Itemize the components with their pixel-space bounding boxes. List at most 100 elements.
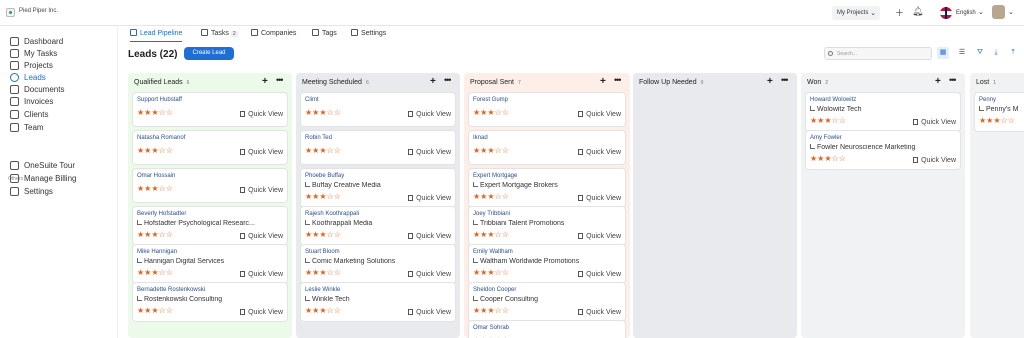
projects-dropdown[interactable]: My Projects ⌄	[832, 6, 880, 20]
lead-card[interactable]: Joey Tribbiani Tribbiani Talent Promotion…	[469, 207, 625, 245]
lead-card[interactable]: Stuart Bloom Comic Marketing Solutions ★★★…	[301, 245, 455, 283]
lead-name[interactable]: Rajesh Koothrappali	[305, 211, 359, 217]
lead-name[interactable]: Mike Hannigan	[137, 249, 177, 255]
lead-name[interactable]: Penny	[979, 97, 996, 103]
sidebar-item-manage-billing[interactable]: Manage Billing	[10, 173, 76, 184]
quick-view-button[interactable]: Quick View	[408, 195, 451, 202]
add-lead-icon[interactable]: +	[430, 76, 436, 87]
lead-card[interactable]: Mike Hannigan Hannigan Digital Services ★★…	[133, 245, 287, 283]
sidebar-item-invoices[interactable]: Invoices	[10, 96, 53, 107]
quick-view-button[interactable]: Quick View	[578, 111, 621, 118]
sidebar-item-team[interactable]: Team	[10, 122, 44, 133]
lead-name[interactable]: Howard Wolowitz	[810, 97, 856, 103]
tab-settings[interactable]: Settings	[351, 29, 386, 42]
rating-stars[interactable]: ★★★☆☆	[473, 230, 509, 239]
lead-card[interactable]: Robin Ted ★★★☆☆ Quick View	[301, 131, 455, 164]
lead-card[interactable]: Iknad ★★★☆☆ Quick View	[469, 131, 625, 164]
chevron-down-icon[interactable]: ⌄	[1008, 8, 1014, 16]
rating-stars[interactable]: ★★★☆☆	[810, 116, 846, 125]
language-selector[interactable]: English ⌄	[938, 5, 987, 21]
lead-name[interactable]: Bernadette Rostenkowski	[137, 287, 205, 293]
lead-card[interactable]: Phoebe Buffay Buffay Creative Media ★★★☆☆ Q…	[301, 169, 455, 207]
quick-view-button[interactable]: Quick View	[240, 187, 283, 194]
lead-card[interactable]: Expert Mortgage Expert Mortgage Brokers ★★…	[469, 169, 625, 207]
lead-name[interactable]: Climt	[305, 97, 319, 103]
more-options-icon[interactable]: •••	[444, 75, 452, 85]
lead-name[interactable]: Natasha Romanof	[137, 135, 185, 141]
quick-view-button[interactable]: Quick View	[913, 119, 956, 126]
quick-view-button[interactable]: Quick View	[408, 271, 451, 278]
sidebar-item-projects[interactable]: Projects	[10, 60, 53, 71]
lead-name[interactable]: Emily Waltham	[473, 249, 513, 255]
lead-name[interactable]: Beverly Hofstadter	[137, 211, 186, 217]
rating-stars[interactable]: ★★★☆☆	[979, 116, 1015, 125]
avatar[interactable]	[992, 5, 1005, 19]
more-options-icon[interactable]: •••	[614, 75, 622, 85]
create-lead-button[interactable]: Create Lead	[184, 47, 234, 60]
upload-icon[interactable]: ⤒	[1007, 47, 1019, 59]
lead-name[interactable]: Iknad	[473, 135, 488, 141]
sidebar-item-my-tasks[interactable]: My Tasks	[10, 48, 57, 59]
quick-view-button[interactable]: Quick View	[240, 271, 283, 278]
filter-icon[interactable]: ⛛	[974, 47, 986, 59]
quick-view-button[interactable]: Quick View	[408, 233, 451, 240]
lead-name[interactable]: Robin Ted	[305, 135, 332, 141]
lead-card[interactable]: Forest Gump ★★★☆☆ Quick View	[469, 93, 625, 126]
rating-stars[interactable]: ★★★☆☆	[305, 146, 341, 155]
sidebar-item-settings[interactable]: Settings	[10, 186, 53, 197]
lead-name[interactable]: Omar Hossain	[137, 173, 175, 179]
rating-stars[interactable]: ★★★☆☆	[137, 306, 173, 315]
lead-name[interactable]: Omar Sohrab	[473, 325, 509, 331]
quick-view-button[interactable]: Quick View	[578, 233, 621, 240]
lead-card[interactable]: Bernadette Rostenkowski Rostenkowski Cons…	[133, 283, 287, 321]
plus-icon[interactable]: ＋	[895, 6, 904, 19]
sidebar-item-leads[interactable]: Leads	[10, 72, 46, 83]
quick-view-button[interactable]: Quick View	[408, 309, 451, 316]
lead-card[interactable]: Natasha Romanof ★★★☆☆ Quick View	[133, 131, 287, 164]
tab-lead-pipeline[interactable]: Lead Pipeline	[130, 29, 183, 42]
sidebar-item-clients[interactable]: Clients	[10, 109, 48, 120]
bell-icon[interactable]: 🔔︎	[912, 6, 923, 17]
rating-stars[interactable]: ★★★☆☆	[473, 192, 509, 201]
rating-stars[interactable]: ★★★☆☆	[305, 268, 341, 277]
lead-name[interactable]: Expert Mortgage	[473, 173, 517, 179]
more-options-icon[interactable]: •••	[276, 75, 284, 85]
add-lead-icon[interactable]: +	[767, 76, 773, 87]
lead-card[interactable]: Omar Sohrab★★★☆☆Quick View	[469, 321, 625, 338]
lead-name[interactable]: Forest Gump	[473, 97, 508, 103]
lead-name[interactable]: Sheldon Cooper	[473, 287, 516, 293]
lead-card[interactable]: Omar Hossain ★★★☆☆ Quick View	[133, 169, 287, 202]
more-options-icon[interactable]: •••	[949, 75, 957, 85]
add-lead-icon[interactable]: +	[262, 76, 268, 87]
lead-name[interactable]: Phoebe Buffay	[305, 173, 344, 179]
rating-stars[interactable]: ★★★☆☆	[137, 184, 173, 193]
rating-stars[interactable]: ★★★☆☆	[137, 268, 173, 277]
sidebar-item-documents[interactable]: Documents	[10, 84, 64, 95]
quick-view-button[interactable]: Quick View	[578, 149, 621, 156]
sidebar-item-onesuite-tour[interactable]: OneSuite Tour	[10, 160, 75, 171]
sidebar-item-dashboard[interactable]: Dashboard	[10, 36, 63, 47]
lead-card[interactable]: Emily Waltham Waltham Worldwide Promotion…	[469, 245, 625, 283]
rating-stars[interactable]: ★★★☆☆	[137, 108, 173, 117]
quick-view-button[interactable]: Quick View	[240, 309, 283, 316]
rating-stars[interactable]: ★★★☆☆	[473, 108, 509, 117]
quick-view-button[interactable]: Quick View	[408, 149, 451, 156]
lead-card[interactable]: Penny Penny's M ★★★☆☆	[975, 93, 1024, 131]
add-lead-icon[interactable]: +	[600, 76, 606, 87]
lead-card[interactable]: Support Hubstaff ★★★☆☆ Quick View	[133, 93, 287, 126]
quick-view-button[interactable]: Quick View	[240, 111, 283, 118]
download-icon[interactable]: ⤓	[990, 47, 1002, 59]
lead-card[interactable]: Amy Fowler Fowler Neuroscience Marketing ★…	[806, 131, 960, 169]
list-view-icon[interactable]: ☰	[956, 47, 968, 59]
lead-card[interactable]: Rajesh Koothrappali Koothrappali Media ★★★…	[301, 207, 455, 245]
rating-stars[interactable]: ★★★☆☆	[473, 146, 509, 155]
lead-card[interactable]: Climt ★★★☆☆ Quick View	[301, 93, 455, 126]
rating-stars[interactable]: ★★★☆☆	[137, 230, 173, 239]
search-input[interactable]: Search...	[824, 47, 932, 60]
tab-companies[interactable]: Companies	[251, 29, 296, 42]
rating-stars[interactable]: ★★★☆☆	[305, 230, 341, 239]
quick-view-button[interactable]: Quick View	[578, 271, 621, 278]
lead-name[interactable]: Leslie Winkle	[305, 287, 340, 293]
quick-view-button[interactable]: Quick View	[240, 149, 283, 156]
lead-name[interactable]: Joey Tribbiani	[473, 211, 510, 217]
